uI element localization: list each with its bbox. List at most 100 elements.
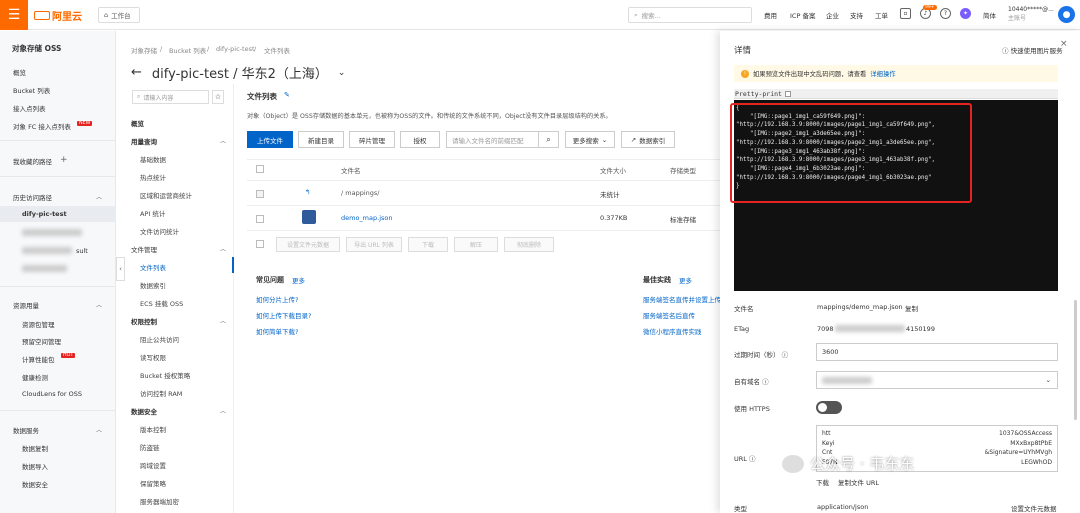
new-dir-button[interactable]: 新建目录 — [298, 131, 344, 148]
nav-item[interactable]: 防盗链 — [140, 442, 160, 452]
nav-support[interactable]: 支持 — [850, 10, 863, 20]
upload-button[interactable]: 上传文件 — [247, 131, 293, 148]
close-icon[interactable]: × — [1060, 39, 1068, 49]
table-row-file[interactable]: demo_map.json — [341, 214, 392, 222]
star-icon[interactable]: ☆ — [212, 90, 224, 104]
breadcrumb-bucket-list[interactable]: Bucket 列表 — [169, 45, 206, 55]
nav-item[interactable]: 阻止公共访问 — [140, 334, 179, 344]
sidebar-item-data-security[interactable]: 数据安全 — [22, 479, 48, 489]
chevron-up-icon[interactable]: ︿ — [96, 425, 102, 434]
faq-more-link[interactable]: 更多 — [292, 275, 305, 285]
more-search-button[interactable]: 更多搜索 ⌄ — [565, 131, 615, 148]
select-all-checkbox[interactable] — [256, 165, 264, 173]
sidebar-favorites[interactable]: 我收藏的路径 — [13, 156, 52, 166]
pretty-print-checkbox[interactable] — [784, 90, 791, 97]
drawer-scrollbar[interactable] — [1074, 300, 1077, 420]
nav-item[interactable]: 访问控制 RAM — [140, 388, 182, 398]
help-icon[interactable]: ? — [940, 8, 951, 19]
col-filesize[interactable]: 文件大小 — [600, 165, 626, 175]
language-switch[interactable]: 简体 — [983, 10, 996, 20]
chevron-down-icon[interactable]: ⌄ — [338, 68, 346, 78]
nav-item[interactable]: 版本控制 — [140, 424, 166, 434]
download-button[interactable]: 下载 — [408, 237, 448, 252]
sidebar-item-fc-access-points[interactable]: 对象 FC 接入点列表 — [13, 121, 71, 131]
edit-icon[interactable]: ✎ — [284, 91, 290, 99]
nav-enterprise[interactable]: 企业 — [826, 10, 839, 20]
sidebar-item-compute-pack[interactable]: 计算性能包 — [22, 354, 55, 364]
user-info[interactable]: 10440*****@... 主账号 — [1008, 5, 1054, 23]
nav-overview[interactable]: 概览 — [131, 118, 144, 128]
download-link[interactable]: 下载 — [816, 477, 829, 487]
faq-item[interactable]: 如何上传下载目录? — [256, 310, 311, 320]
pretty-print-toggle[interactable]: Pretty-print — [734, 89, 1058, 99]
expire-input[interactable]: 3600 — [816, 343, 1058, 361]
sidebar-item-reserved-space[interactable]: 预留空间管理 — [22, 336, 61, 346]
best-practice-more-link[interactable]: 更多 — [679, 275, 692, 285]
nav-item[interactable]: 基础数据 — [140, 154, 166, 164]
file-search-input[interactable]: 请输入文件名的前缀匹配 — [446, 131, 539, 148]
nav-item[interactable]: ECS 挂载 OSS — [140, 298, 183, 308]
fragment-button[interactable]: 碎片管理 — [349, 131, 395, 148]
faq-item[interactable]: 如何分片上传? — [256, 294, 298, 304]
chevron-up-icon[interactable]: ︿ — [220, 406, 226, 415]
table-row-dir[interactable]: / mappings/ — [341, 189, 379, 197]
nav-item[interactable]: 跨域设置 — [140, 460, 166, 470]
add-icon[interactable]: + — [60, 155, 68, 165]
sidebar-item-cloudlens[interactable]: CloudLens for OSS — [22, 390, 82, 398]
history-item-blurred[interactable] — [22, 247, 72, 254]
authorize-button[interactable]: 授权 — [400, 131, 440, 148]
nav-item-file-list[interactable]: 文件列表 — [140, 262, 166, 272]
image-icon[interactable]: ▫ — [900, 8, 911, 19]
delete-button[interactable]: 彻底删除 — [504, 237, 554, 252]
nav-item[interactable]: 读写权限 — [140, 352, 166, 362]
collapse-sidebar-icon[interactable]: ‹ — [116, 257, 125, 281]
global-search-input[interactable]: ⌕ 搜索... — [628, 7, 752, 23]
domain-select[interactable]: ⌄ — [816, 371, 1058, 389]
history-item-active[interactable]: dify-pic-test — [22, 210, 67, 218]
nav-item[interactable]: 热点统计 — [140, 172, 166, 182]
best-practice-item[interactable]: 微信小程序直传实践 — [643, 326, 702, 336]
nav-item[interactable]: API 统计 — [140, 208, 165, 218]
avatar[interactable]: ● — [1058, 6, 1075, 23]
best-practice-item[interactable]: 服务端签名后直传 — [643, 310, 695, 320]
data-index-button[interactable]: ↗ 数据索引 — [621, 131, 675, 148]
nav-item[interactable]: 服务器端加密 — [140, 496, 179, 506]
breadcrumb-oss[interactable]: 对象存储 — [131, 45, 157, 55]
chevron-up-icon[interactable]: ︿ — [220, 136, 226, 145]
back-dir-icon[interactable]: ↰ — [305, 188, 310, 196]
breadcrumb-bucket[interactable]: dify-pic-test — [216, 45, 255, 53]
search-icon[interactable]: ⌕ — [539, 131, 559, 148]
sidebar-item-resource-pack[interactable]: 资源包管理 — [22, 319, 55, 329]
history-item-blurred[interactable] — [22, 229, 82, 236]
col-storage-type[interactable]: 存储类型 — [670, 165, 696, 175]
https-toggle[interactable] — [816, 401, 842, 414]
sidebar-item-data-import[interactable]: 数据导入 — [22, 461, 48, 471]
logo[interactable]: 阿里云 — [34, 8, 82, 23]
nav-item[interactable]: 文件访问统计 — [140, 226, 179, 236]
sidebar-item-bucket-list[interactable]: Bucket 列表 — [13, 85, 50, 95]
decompress-button[interactable]: 解压 — [454, 237, 498, 252]
workspace-button[interactable]: ⌂ 工作台 — [98, 7, 140, 23]
chevron-up-icon[interactable]: ︿ — [220, 244, 226, 253]
nav-ticket[interactable]: 工单 — [875, 10, 888, 20]
nav-item[interactable]: 区域和运营商统计 — [140, 190, 192, 200]
set-metadata-link[interactable]: 设置文件元数据 — [1011, 503, 1057, 513]
best-practice-item[interactable]: 服务端签名直传并设置上传 — [643, 294, 720, 304]
detail-link[interactable]: 详细操作 — [870, 69, 895, 78]
sidebar-item-health-check[interactable]: 健康检测 — [22, 372, 48, 382]
chevron-up-icon[interactable]: ︿ — [96, 300, 102, 309]
faq-item[interactable]: 如何简单下载? — [256, 326, 298, 336]
nav-icp[interactable]: ICP 备案 — [790, 10, 815, 20]
set-metadata-button[interactable]: 设置文件元数据 — [276, 237, 340, 252]
chevron-up-icon[interactable]: ︿ — [96, 192, 102, 201]
export-url-button[interactable]: 导出 URL 列表 — [346, 237, 402, 252]
copy-url-link[interactable]: 复制文件 URL — [838, 477, 879, 487]
nav-item[interactable]: 数据索引 — [140, 280, 166, 290]
nav-item[interactable]: 保留策略 — [140, 478, 166, 488]
back-arrow-icon[interactable]: ← — [131, 65, 142, 80]
nav-item[interactable]: Bucket 授权策略 — [140, 370, 190, 380]
bulk-select-checkbox[interactable] — [256, 240, 264, 248]
sidebar-item-access-points[interactable]: 接入点列表 — [13, 103, 46, 113]
ai-assistant-icon[interactable]: ✦ — [960, 8, 971, 19]
nav-search-input[interactable]: ⌕ 请输入内容 — [132, 90, 209, 104]
